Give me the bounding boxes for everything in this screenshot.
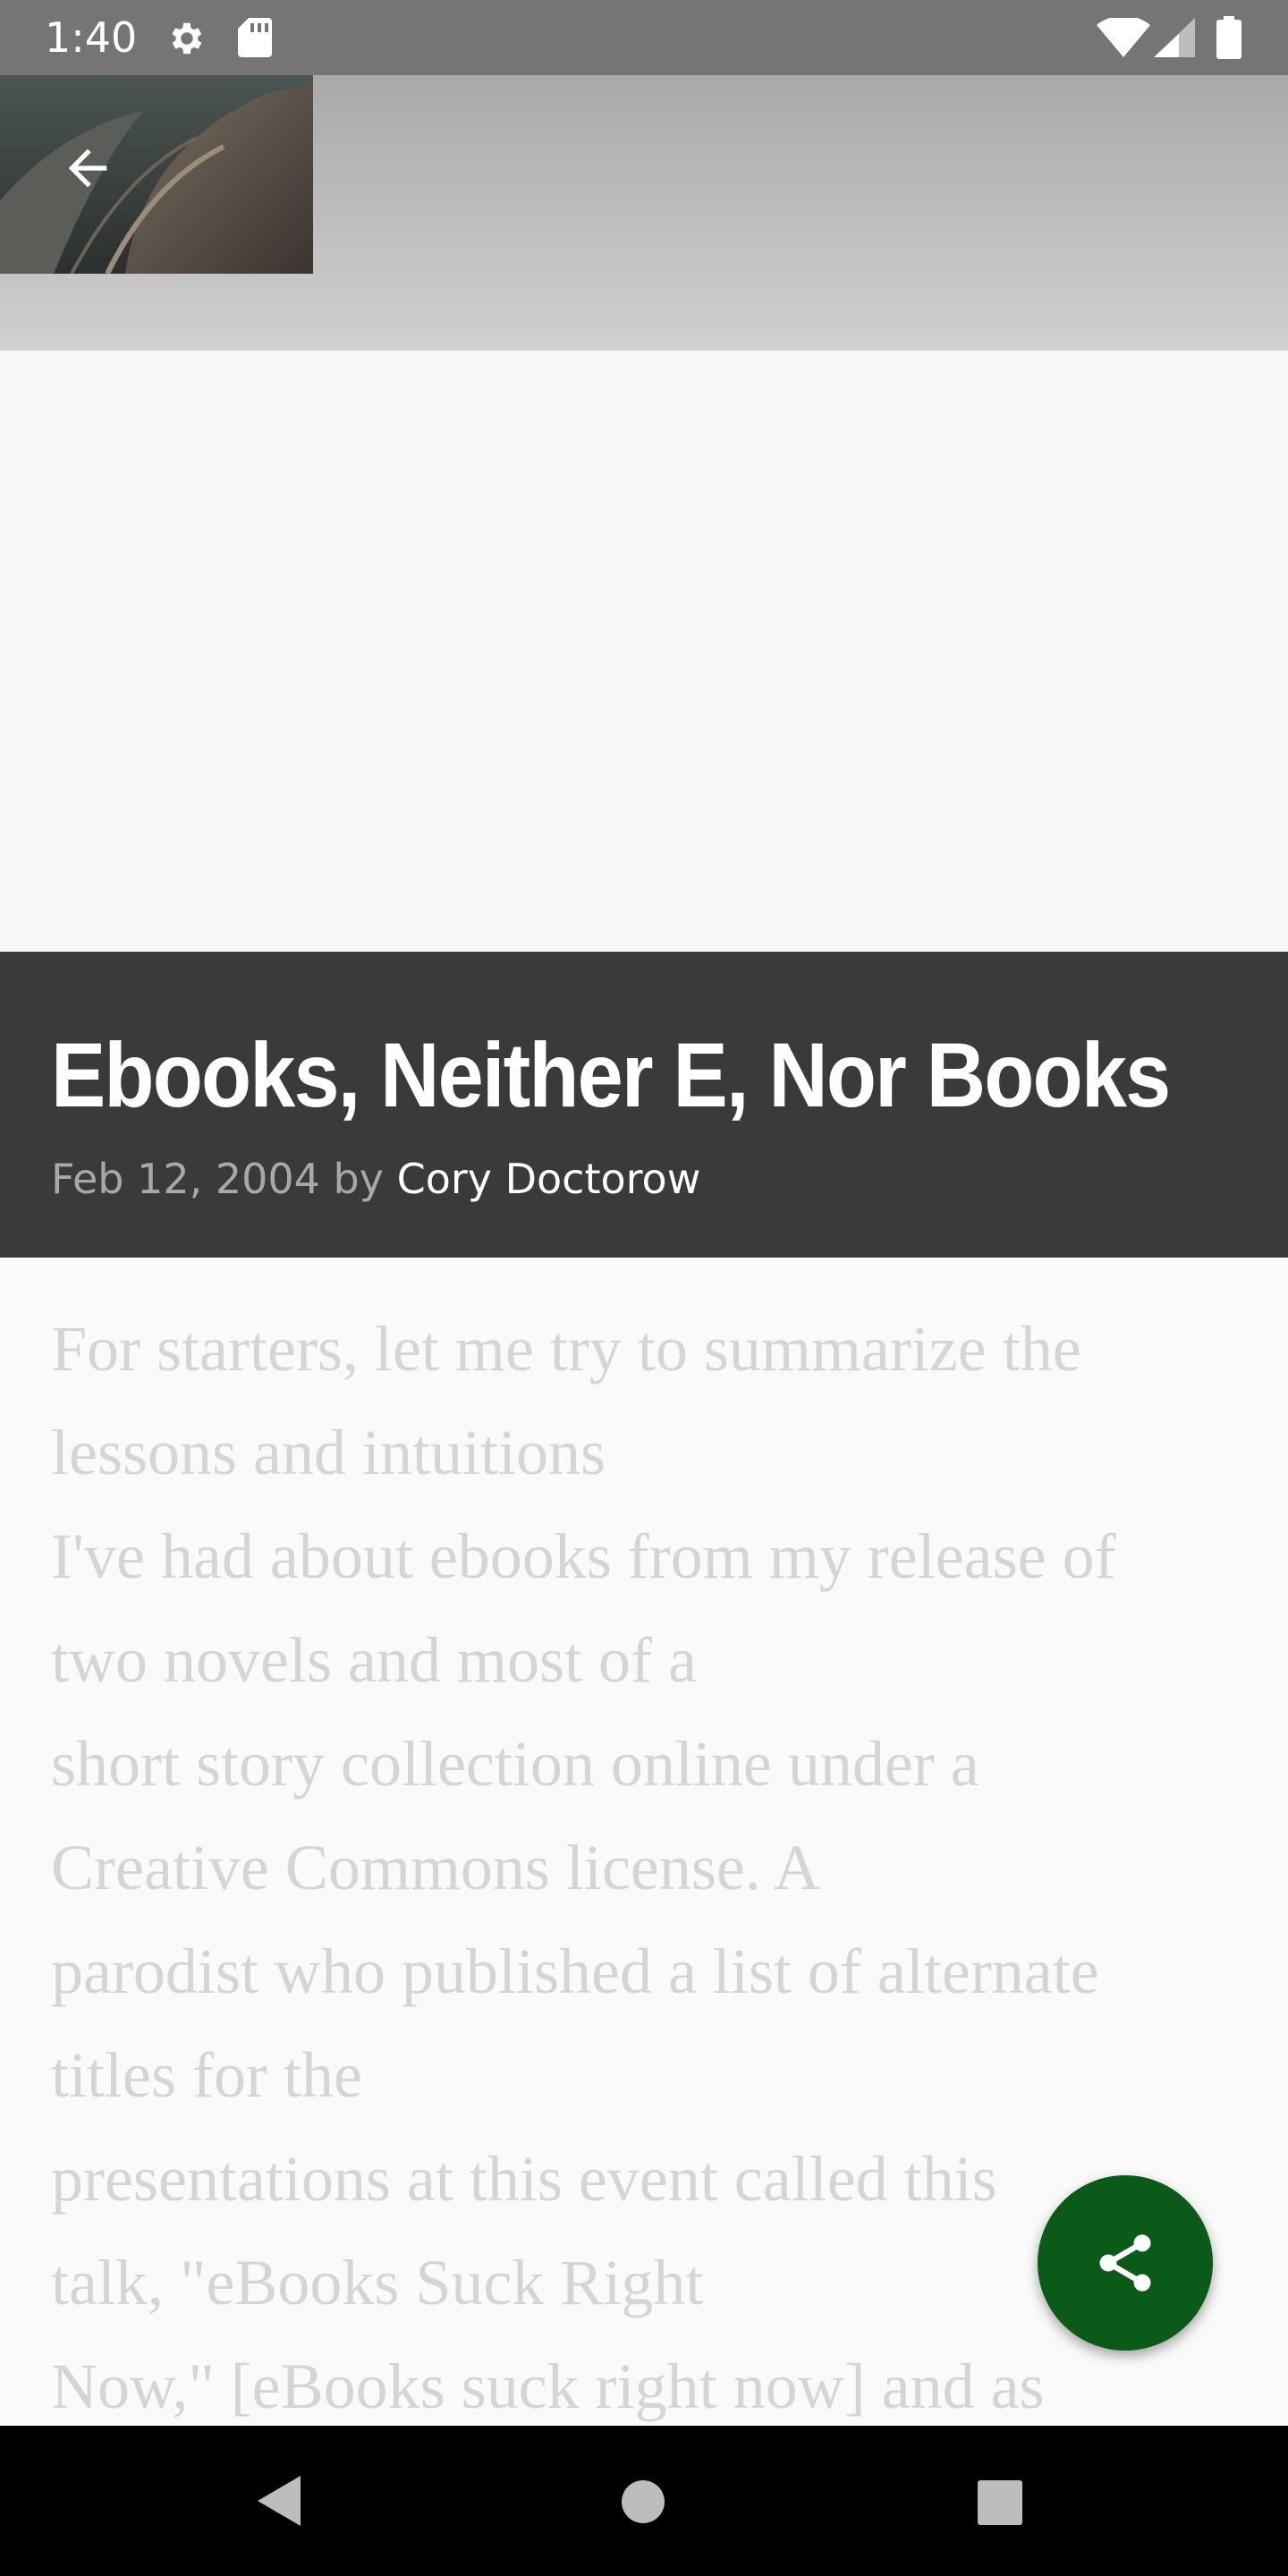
- signal-icon: [1154, 18, 1195, 62]
- article-meta: Feb 12, 2004 by Cory Doctorow: [51, 1154, 700, 1204]
- status-time: 1:40: [45, 13, 138, 62]
- article-by: by: [333, 1155, 384, 1203]
- back-triangle-icon: [258, 2476, 301, 2526]
- hero-placeholder: [0, 351, 1288, 952]
- body-line: two novels and most of a: [51, 1624, 697, 1696]
- body-line: I've had about ebooks from my release of: [51, 1521, 1116, 1592]
- nav-back-button[interactable]: [250, 2472, 308, 2534]
- status-bar: 1:40: [0, 0, 1288, 75]
- article-author[interactable]: Cory Doctorow: [397, 1155, 701, 1203]
- body-line: For starters, let me try to summarize th…: [51, 1313, 1081, 1385]
- sd-card-icon: [238, 18, 272, 62]
- share-icon: [1099, 2234, 1151, 2292]
- body-line: parodist who published a list of alterna…: [51, 1936, 1099, 2007]
- header-banner: [0, 75, 1288, 351]
- body-line: lessons and intuitions: [51, 1417, 606, 1488]
- battery-icon: [1216, 16, 1241, 64]
- wifi-icon: [1097, 15, 1150, 62]
- gear-icon: [165, 18, 206, 64]
- body-line: short story collection online under a: [51, 1728, 979, 1800]
- article-title: Ebooks, Neither E, Nor Books: [51, 1024, 1171, 1126]
- body-line: titles for the: [51, 2039, 362, 2111]
- navigation-bar: [0, 2426, 1288, 2576]
- share-button[interactable]: [1038, 2175, 1213, 2351]
- nav-recents-button[interactable]: [977, 2479, 1023, 2530]
- body-line: Now," [eBooks suck right now] and as: [51, 2351, 1045, 2422]
- nav-home-button[interactable]: [621, 2479, 665, 2529]
- recents-square-icon: [978, 2480, 1022, 2525]
- body-line: Creative Commons license. A: [51, 1832, 820, 1903]
- home-circle-icon: [622, 2480, 665, 2523]
- back-button[interactable]: [45, 125, 131, 211]
- arrow-back-icon: [68, 148, 107, 188]
- article-date: Feb 12, 2004: [51, 1155, 320, 1203]
